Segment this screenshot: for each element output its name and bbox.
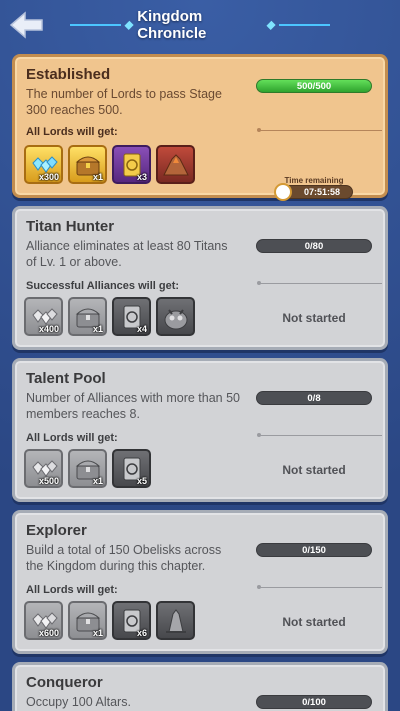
clock-icon — [274, 183, 292, 201]
divider — [257, 585, 382, 589]
reward-item[interactable]: x600 — [24, 601, 63, 640]
reward-item[interactable]: x4 — [112, 297, 151, 336]
timer-value: 07:51:58 — [303, 187, 341, 197]
card-title: Talent Pool — [26, 370, 106, 387]
reward-item[interactable] — [156, 297, 195, 336]
divider — [257, 281, 382, 285]
reward-item[interactable]: x1 — [68, 145, 107, 184]
chapter-card-titan-hunter: Titan Hunter Alliance eliminates at leas… — [12, 206, 388, 350]
item-count: x4 — [136, 324, 147, 334]
status-text: Not started — [282, 463, 346, 477]
item-count: x500 — [38, 476, 59, 486]
titan-monster-icon — [164, 308, 187, 329]
card-description: The number of Lords to pass Stage 300 re… — [26, 87, 222, 117]
card-description: Number of Alliances with more than 50 me… — [26, 391, 240, 421]
page-title-wrap: Kingdom Chronicle — [70, 8, 331, 42]
reward-item[interactable]: x1 — [68, 601, 107, 640]
chapter-card-established: Established The number of Lords to pass … — [12, 54, 388, 201]
item-count: x3 — [136, 172, 147, 182]
progress-bar: 0/100 — [256, 695, 372, 709]
reward-item[interactable]: x6 — [112, 601, 151, 640]
reward-item[interactable] — [156, 145, 195, 184]
divider — [257, 433, 382, 437]
reward-label: All Lords will get: — [26, 126, 118, 138]
page-title: Kingdom Chronicle — [137, 8, 207, 42]
chapter-card-explorer: Explorer Build a total of 150 Obelisks a… — [12, 510, 388, 654]
item-count: x1 — [92, 628, 103, 638]
reward-item[interactable]: x1 — [68, 297, 107, 336]
item-count: x400 — [38, 324, 59, 334]
volcano-rock-icon — [162, 153, 189, 175]
divider — [257, 128, 382, 132]
reward-item[interactable]: x300 — [24, 145, 63, 184]
item-count: x6 — [136, 628, 147, 638]
title-diamond-right — [266, 20, 276, 30]
reward-label: All Lords will get: — [26, 584, 118, 596]
progress-text: 0/80 — [304, 240, 324, 252]
progress-text: 0/150 — [302, 544, 326, 556]
progress-text: 0/100 — [302, 696, 326, 708]
back-button[interactable] — [8, 9, 46, 41]
reward-items: x600 x1 x6 — [24, 601, 195, 640]
back-arrow-icon — [9, 11, 43, 39]
item-count: x1 — [92, 172, 103, 182]
reward-item[interactable]: x1 — [68, 449, 107, 488]
card-description: Occupy 100 Altars. — [26, 695, 131, 709]
obelisk-statue-icon — [165, 608, 186, 633]
timer-pill: 07:51:58 — [274, 183, 353, 201]
progress-bar: 500/500 — [256, 79, 372, 93]
title-line-left — [70, 24, 121, 26]
card-title: Established — [26, 66, 111, 83]
card-title: Titan Hunter — [26, 218, 115, 235]
item-count: x600 — [38, 628, 59, 638]
reward-items: x300 x1 x3 — [24, 145, 195, 184]
progress-text: 0/8 — [307, 392, 321, 404]
item-count: x300 — [38, 172, 59, 182]
reward-item[interactable]: x400 — [24, 297, 63, 336]
progress-bar: 0/80 — [256, 239, 372, 253]
item-count: x1 — [92, 324, 103, 334]
timer-label: Time remaining — [284, 176, 344, 185]
item-count: x1 — [92, 476, 103, 486]
card-description: Alliance eliminates at least 80 Titans o… — [26, 239, 228, 269]
progress-text: 500/500 — [296, 80, 332, 92]
reward-item[interactable]: x5 — [112, 449, 151, 488]
card-description: Build a total of 150 Obelisks across the… — [26, 543, 222, 573]
progress-bar: 0/150 — [256, 543, 372, 557]
reward-item[interactable]: x500 — [24, 449, 63, 488]
reward-items: x500 x1 x5 — [24, 449, 151, 488]
chapter-card-conqueror: Conqueror Occupy 100 Altars. 0/100 — [12, 662, 388, 711]
status-text: Not started — [282, 311, 346, 325]
progress-bar: 0/8 — [256, 391, 372, 405]
chapter-card-talent-pool: Talent Pool Number of Alliances with mor… — [12, 358, 388, 502]
status-text: Not started — [282, 615, 346, 629]
card-title: Explorer — [26, 522, 87, 539]
reward-items: x400 x1 x4 — [24, 297, 195, 336]
reward-item[interactable] — [156, 601, 195, 640]
title-diamond-left — [124, 20, 134, 30]
item-count: x5 — [136, 476, 147, 486]
title-line-right — [279, 24, 331, 26]
card-title: Conqueror — [26, 674, 103, 691]
reward-label: All Lords will get: — [26, 432, 118, 444]
reward-item[interactable]: x3 — [112, 145, 151, 184]
reward-label: Successful Alliances will get: — [26, 280, 180, 292]
header-bar: Kingdom Chronicle — [0, 0, 400, 52]
